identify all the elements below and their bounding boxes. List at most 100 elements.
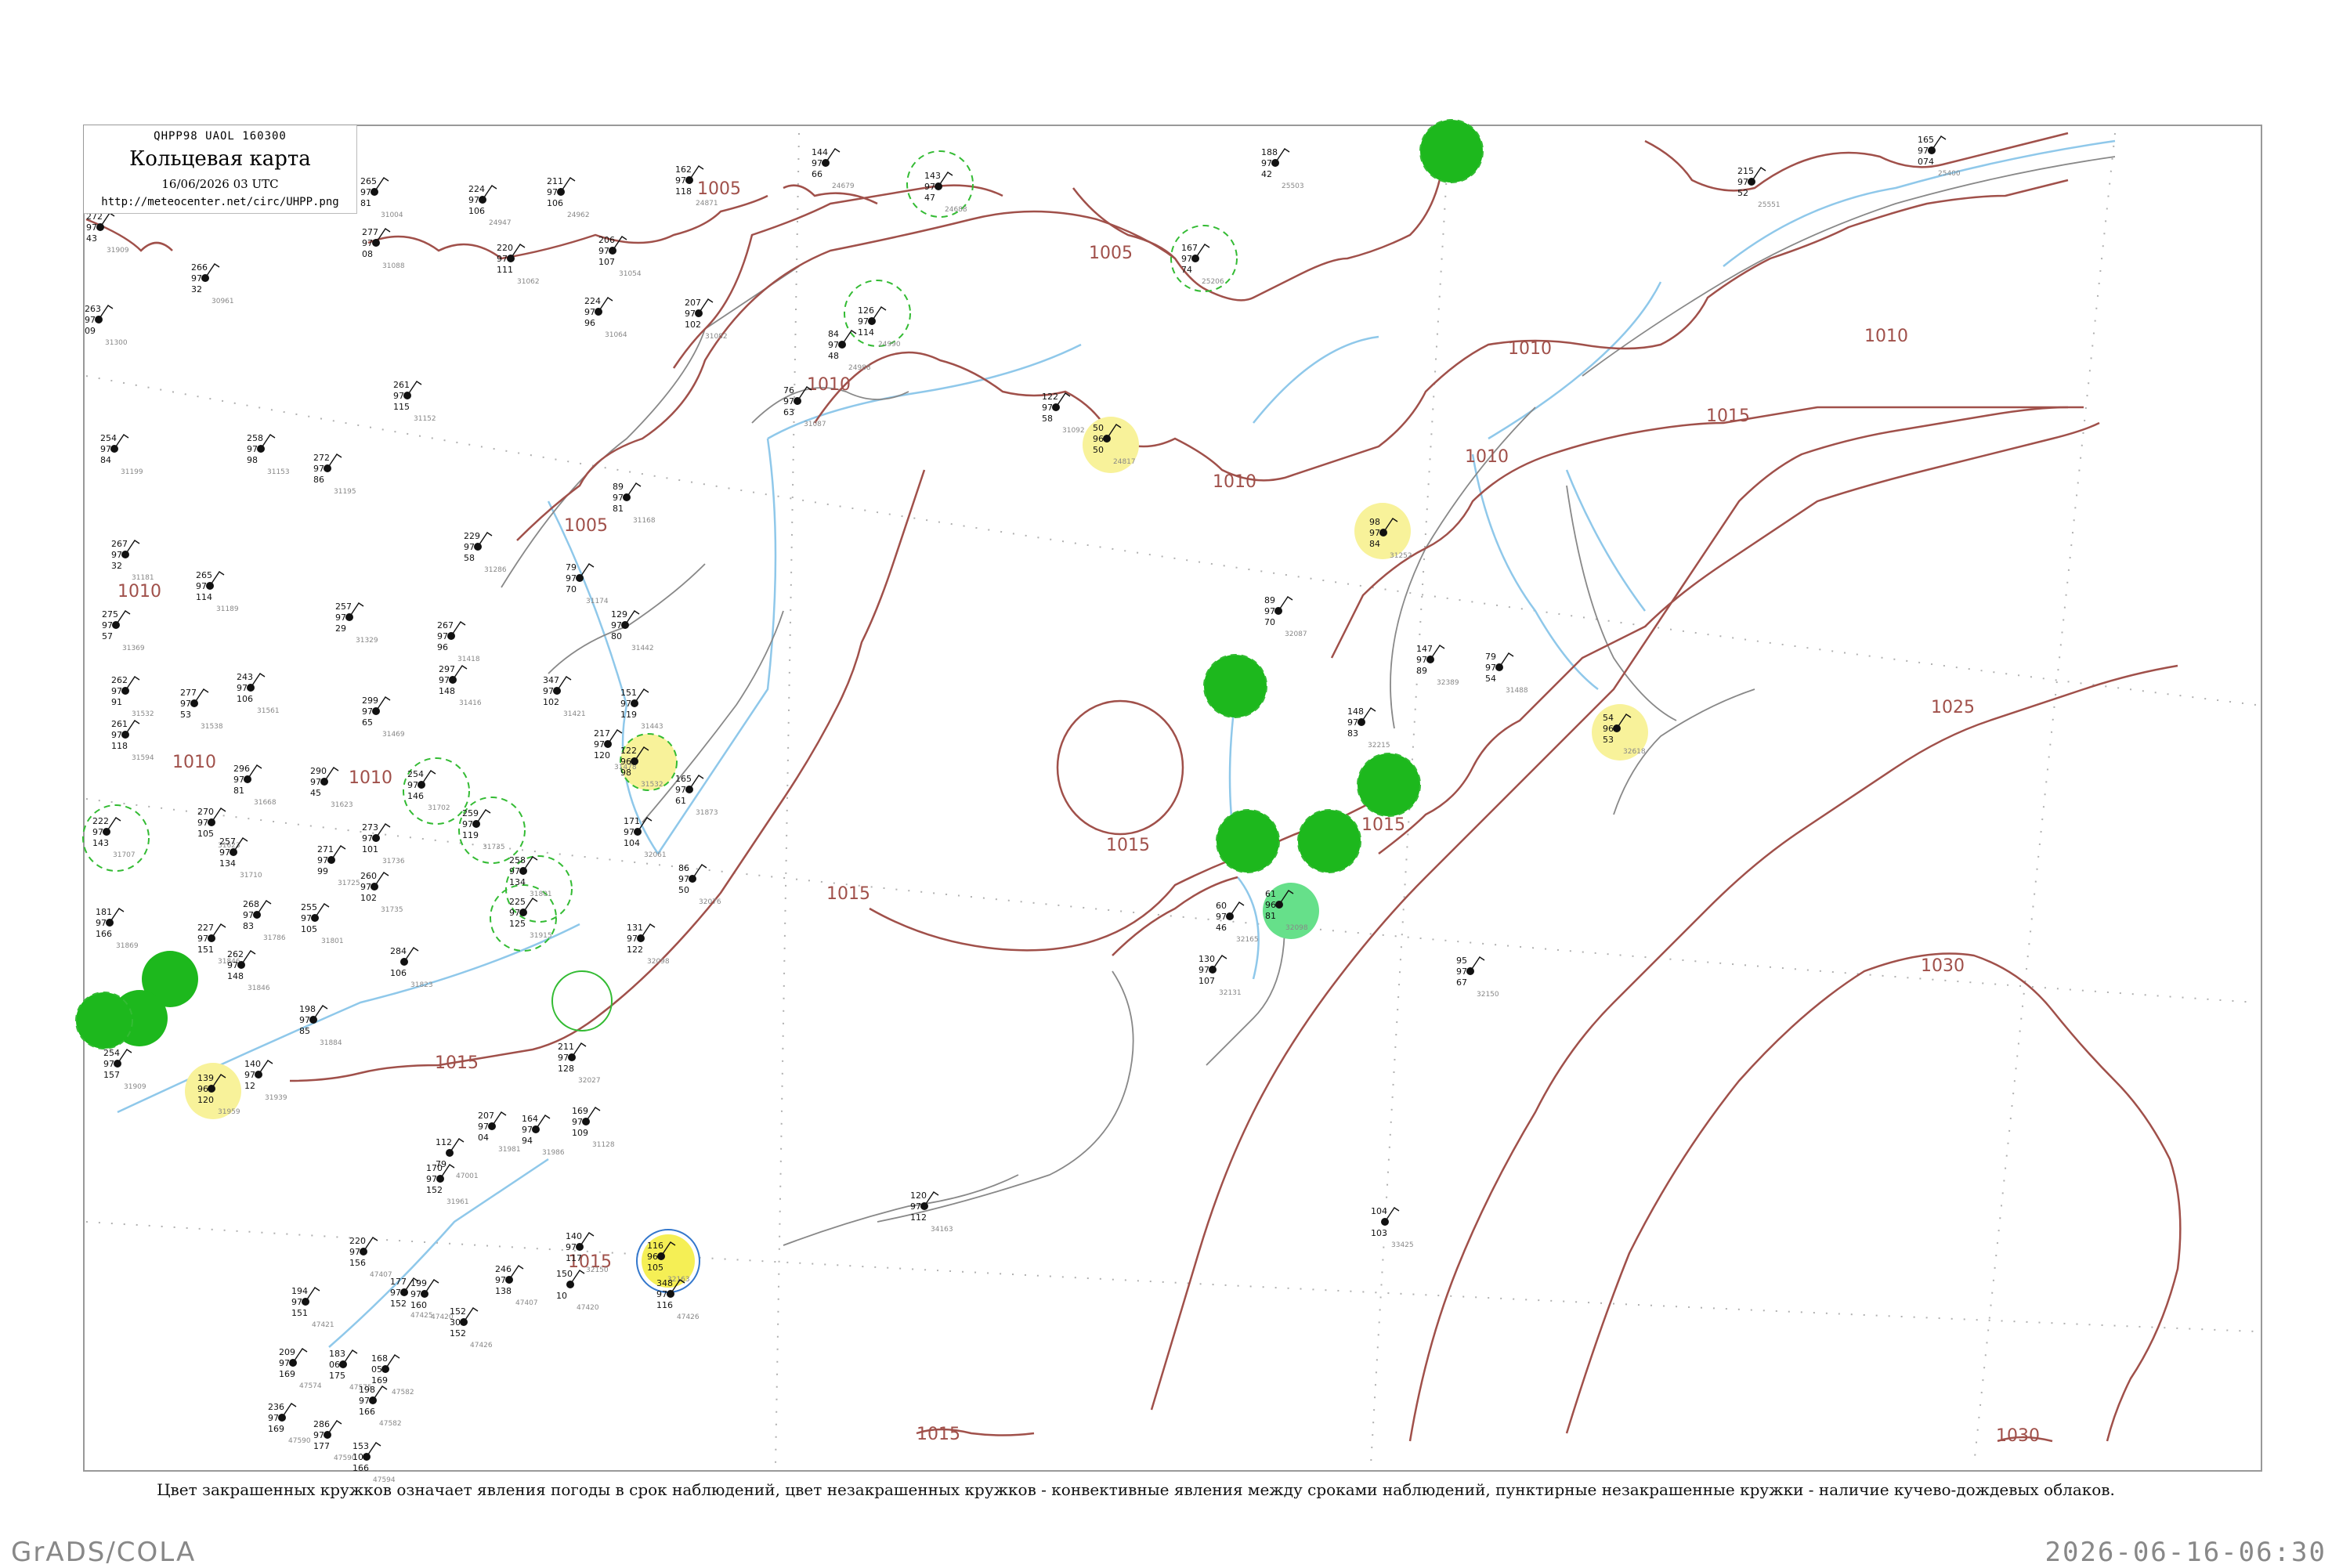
- station-value: 148: [439, 686, 455, 696]
- station-pressure: 267: [111, 539, 128, 549]
- station-temp: 10: [352, 1452, 363, 1462]
- station-value: 80: [611, 631, 622, 641]
- isobar-label: 1010: [1508, 339, 1552, 359]
- station-id: 31986: [542, 1149, 565, 1157]
- station-id: 32165: [1236, 936, 1259, 944]
- station-temp: 05: [371, 1364, 382, 1375]
- station-temp: 97: [244, 1070, 255, 1080]
- station-id: 31082: [705, 333, 728, 341]
- isobar-label: 1005: [1089, 244, 1133, 263]
- map-url[interactable]: http://meteocenter.net/circ/UHPP.png: [84, 196, 356, 208]
- station-pressure: 120: [910, 1190, 927, 1201]
- station-temp: 97: [543, 686, 554, 696]
- station-id: 31532: [641, 781, 663, 789]
- station-temp: 97: [1042, 403, 1053, 413]
- isobar-label: 1030: [1921, 956, 1965, 976]
- station-value: 118: [675, 186, 692, 197]
- station-pressure: 268: [243, 899, 259, 909]
- station-id: 47407: [370, 1271, 392, 1279]
- station-value: 84: [100, 455, 111, 465]
- station-value: 42: [1261, 169, 1272, 179]
- station-value: 91: [111, 697, 122, 707]
- station-temp: 97: [85, 315, 96, 325]
- station-pressure: 236: [268, 1402, 284, 1412]
- station-id: 47001: [456, 1172, 479, 1180]
- station-temp: 97: [624, 827, 634, 837]
- station-pressure: 261: [393, 380, 410, 390]
- station-temp: 97: [237, 683, 248, 693]
- bulletin-code: QHPP98 UAOL 160300: [154, 130, 287, 143]
- station-pressure: 89: [613, 482, 624, 492]
- station-value: 32: [191, 284, 202, 294]
- station-value: 63: [783, 407, 794, 417]
- station-id: 31909: [107, 247, 129, 255]
- station-value: 166: [352, 1463, 369, 1473]
- isobar-label: 1015: [916, 1425, 960, 1444]
- station-id: 31369: [122, 645, 145, 652]
- station-temp: 97: [783, 396, 794, 406]
- station-value: 08: [362, 249, 373, 259]
- station-temp: 97: [1369, 528, 1380, 538]
- station-pressure: 188: [1261, 147, 1278, 157]
- synoptic-map: 1005 1005 1005 1010 1010 1010 1010 1010 …: [75, 119, 2262, 1484]
- station-temp: 96: [620, 757, 631, 767]
- station-value: 58: [464, 553, 475, 563]
- station-temp: 97: [858, 316, 869, 327]
- station-value: 53: [180, 710, 191, 720]
- station-id: 24871: [696, 200, 718, 208]
- station-value: 65: [362, 717, 373, 728]
- station-pressure: 129: [611, 609, 627, 620]
- station-value: 106: [547, 198, 563, 208]
- station-pressure: 254: [100, 433, 117, 443]
- station-value: 84: [1369, 539, 1380, 549]
- station-id: 31736: [382, 858, 405, 865]
- station-id: 31538: [201, 723, 223, 731]
- station-temp: 97: [478, 1122, 489, 1132]
- map-title: Кольцевая карта: [129, 147, 311, 171]
- station-id: 47582: [392, 1389, 414, 1396]
- station-id: 47590: [288, 1437, 311, 1445]
- isobar-label: 1015: [435, 1053, 479, 1073]
- station-temp: 97: [335, 612, 346, 623]
- station-pressure: 130: [1198, 954, 1215, 964]
- station-value: 83: [243, 921, 254, 931]
- station-pressure: 139: [197, 1073, 214, 1083]
- station-value: 128: [558, 1064, 574, 1074]
- station-id: 47420: [577, 1304, 599, 1312]
- station-temp: 96: [647, 1252, 658, 1262]
- isobar-label: 1010: [118, 582, 161, 602]
- station-pressure: 140: [566, 1231, 582, 1241]
- station-temp: 97: [598, 246, 609, 256]
- isobar-label: 1015: [1706, 406, 1750, 426]
- station-value: 107: [598, 257, 615, 267]
- station-id: 24688: [945, 206, 967, 214]
- station-value: 50: [1093, 445, 1104, 455]
- station-pressure: 229: [464, 531, 480, 541]
- station-id: 31532: [132, 710, 154, 718]
- station-pressure: 122: [1042, 392, 1058, 402]
- station-value: 111: [497, 265, 513, 275]
- station-value: 81: [233, 786, 244, 796]
- station-value: 81: [360, 198, 371, 208]
- station-temp: 97: [620, 699, 631, 709]
- station-id: 32098: [1285, 924, 1308, 932]
- station-pressure: 143: [924, 171, 941, 181]
- station-value: 57: [102, 631, 113, 641]
- station-value: 67: [1456, 977, 1467, 988]
- station-id: 32076: [699, 898, 721, 906]
- station-value: 66: [812, 169, 822, 179]
- station-temp: 97: [613, 493, 624, 503]
- station-pressure: 79: [1485, 652, 1496, 662]
- station-value: 94: [522, 1136, 533, 1146]
- station-id: 32150: [1477, 991, 1499, 999]
- station-id: 31873: [696, 809, 718, 817]
- station-id: 31092: [1062, 427, 1085, 435]
- station-value: 61: [675, 796, 686, 806]
- station-value: 53: [1603, 735, 1614, 745]
- station-id: 31959: [218, 1108, 240, 1116]
- station-value: 58: [1042, 414, 1053, 424]
- station-temp: 97: [685, 309, 696, 319]
- station-id: 24679: [832, 182, 855, 190]
- station-value: 54: [1485, 674, 1496, 684]
- station-pressure: 198: [359, 1385, 375, 1395]
